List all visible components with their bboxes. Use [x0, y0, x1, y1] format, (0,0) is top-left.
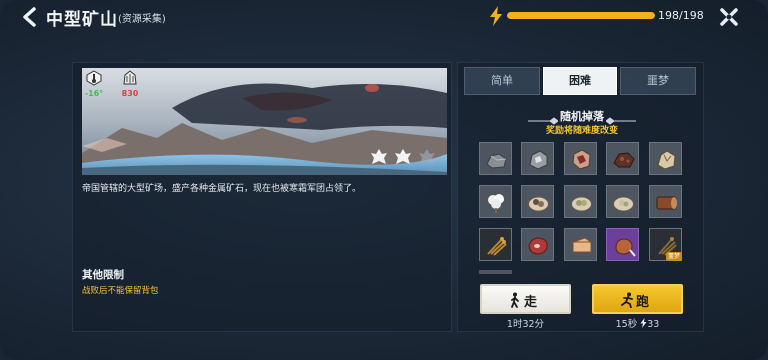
crystal-ore-icon [657, 150, 676, 170]
drop-item[interactable] [521, 142, 554, 175]
back-arrow-icon[interactable] [20, 6, 40, 28]
run-time-row: 15秒 33 [592, 316, 683, 330]
drop-item[interactable] [649, 185, 682, 218]
frost-stat: 830 [118, 70, 142, 98]
walking-person-icon [509, 292, 521, 312]
drop-item[interactable] [564, 142, 597, 175]
copper-ore-icon [613, 152, 635, 168]
ore-bag-icon [528, 196, 549, 212]
drop-item[interactable] [479, 228, 512, 261]
limits-heading: 其他限制 [82, 269, 124, 281]
frost-value: 830 [121, 89, 139, 98]
cheese-icon [572, 237, 592, 253]
drop-item[interactable] [479, 142, 512, 175]
drop-item[interactable]: 噩梦 [649, 228, 682, 261]
drop-item[interactable] [564, 185, 597, 218]
steak-icon [528, 237, 548, 255]
metal-ore-icon [529, 150, 548, 170]
page-subtitle: (资源采集) [118, 14, 166, 25]
enemy-emblem-icon [394, 148, 412, 170]
raw-meat-icon [572, 149, 591, 170]
temperature-stat: -16° [82, 70, 106, 98]
drops-subtitle: 奖励将随难度改变 [545, 126, 618, 136]
wheat-bundle-icon [487, 237, 507, 256]
drop-item[interactable] [606, 228, 639, 261]
energy-value: 198/198 [658, 9, 704, 22]
enemy-emblem-icon [370, 148, 388, 170]
limits-text: 战败后不能保留背包 [82, 286, 159, 296]
run-label: 跑 [636, 295, 650, 310]
thermometer-icon [82, 70, 106, 90]
drop-item[interactable] [479, 185, 512, 218]
close-icon[interactable] [718, 6, 740, 28]
drop-item[interactable] [564, 228, 597, 261]
page-title: 中型矿山 [46, 10, 118, 30]
drop-item[interactable] [606, 185, 639, 218]
drop-item[interactable] [649, 142, 682, 175]
tab-nightmare[interactable]: 噩梦 [620, 67, 696, 95]
tab-easy[interactable]: 简单 [464, 67, 540, 95]
running-person-icon [621, 292, 635, 312]
temperature-value: -16° [84, 89, 104, 98]
run-energy-cost: 33 [647, 319, 660, 330]
drop-item[interactable] [606, 142, 639, 175]
drop-item[interactable] [521, 228, 554, 261]
iron-ore-icon [486, 153, 507, 169]
top-bar: 中型矿山 (资源采集) 198/198 [0, 0, 768, 34]
game-screen: 中型矿山 (资源采集) 198/198 -16° 830 帝国管辖的大型矿场，盛… [0, 0, 768, 360]
drop-item-partial [479, 270, 512, 274]
tab-hard[interactable]: 困难 [543, 67, 617, 95]
enemy-emblem-icon [418, 148, 436, 170]
drops-title: 随机掉落 [560, 110, 604, 123]
roast-meat-icon [615, 238, 636, 257]
nightmare-badge: 噩梦 [665, 252, 682, 261]
herb-bag-icon [571, 196, 592, 212]
run-button[interactable]: 跑 [592, 284, 683, 314]
wood-log-icon [656, 196, 677, 210]
walk-time: 1时32分 [506, 319, 545, 330]
lightning-icon [489, 6, 503, 26]
frost-shell-icon [118, 70, 142, 90]
run-time: 15秒 [615, 319, 638, 330]
walk-label: 走 [524, 295, 538, 310]
walk-button[interactable]: 走 [480, 284, 571, 314]
cotton-icon [488, 194, 504, 213]
energy-bar-fill [507, 12, 655, 19]
seed-bag-icon [613, 196, 634, 212]
drop-item[interactable] [521, 185, 554, 218]
energy-bar [507, 12, 655, 19]
location-description: 帝国管辖的大型矿场，盛产各种金属矿石，现在也被寒霜军团占领了。 [82, 184, 362, 194]
